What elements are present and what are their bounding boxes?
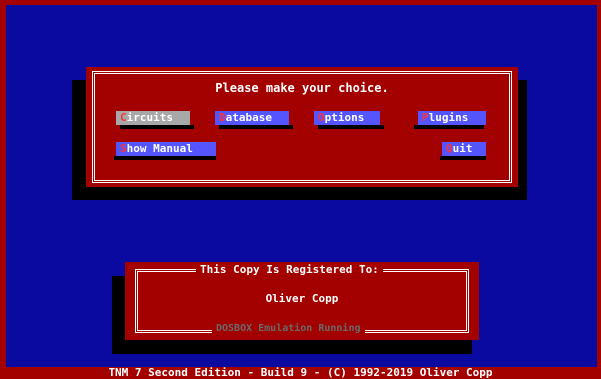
show-manual-button-shadow <box>114 156 216 160</box>
menu-dialog: Please make your choice. Circuits Databa… <box>86 67 518 187</box>
options-button-shadow <box>318 125 384 129</box>
emulation-status: DOSBOX Emulation Running <box>212 323 365 334</box>
circuits-button-shadow <box>120 125 194 129</box>
plugins-hotkey: P <box>422 111 429 124</box>
registered-user-name: Oliver Copp <box>265 292 339 305</box>
registration-box: This Copy Is Registered To: Oliver Copp … <box>125 262 479 340</box>
circuits-button[interactable]: Circuits <box>116 111 190 125</box>
show-manual-label: how Manual <box>126 142 193 155</box>
show-manual-hotkey: S <box>120 142 127 155</box>
database-label: atabase <box>225 111 272 124</box>
menu-prompt: Please make your choice. <box>215 81 389 95</box>
circuits-hotkey: C <box>120 111 127 124</box>
show-manual-button[interactable]: Show Manual <box>116 142 216 156</box>
database-button-shadow <box>219 125 293 129</box>
plugins-button-shadow <box>414 125 484 129</box>
right-border <box>597 0 601 379</box>
quit-label: uit <box>452 142 473 155</box>
left-border <box>0 0 6 379</box>
registration-legend: This Copy Is Registered To: <box>196 263 383 276</box>
database-button[interactable]: Database <box>215 111 289 125</box>
plugins-label: lugins <box>428 111 469 124</box>
top-border <box>0 0 601 5</box>
circuits-label: ircuits <box>126 111 173 124</box>
quit-button-shadow <box>440 156 486 160</box>
quit-button[interactable]: Quit <box>442 142 486 156</box>
status-bar: TNM 7 Second Edition - Build 9 - (C) 199… <box>0 367 601 379</box>
database-hotkey: D <box>219 111 226 124</box>
options-label: ptions <box>324 111 365 124</box>
options-button[interactable]: Options <box>314 111 380 125</box>
options-hotkey: O <box>318 111 325 124</box>
quit-hotkey: Q <box>446 142 453 155</box>
plugins-button[interactable]: Plugins <box>418 111 486 125</box>
